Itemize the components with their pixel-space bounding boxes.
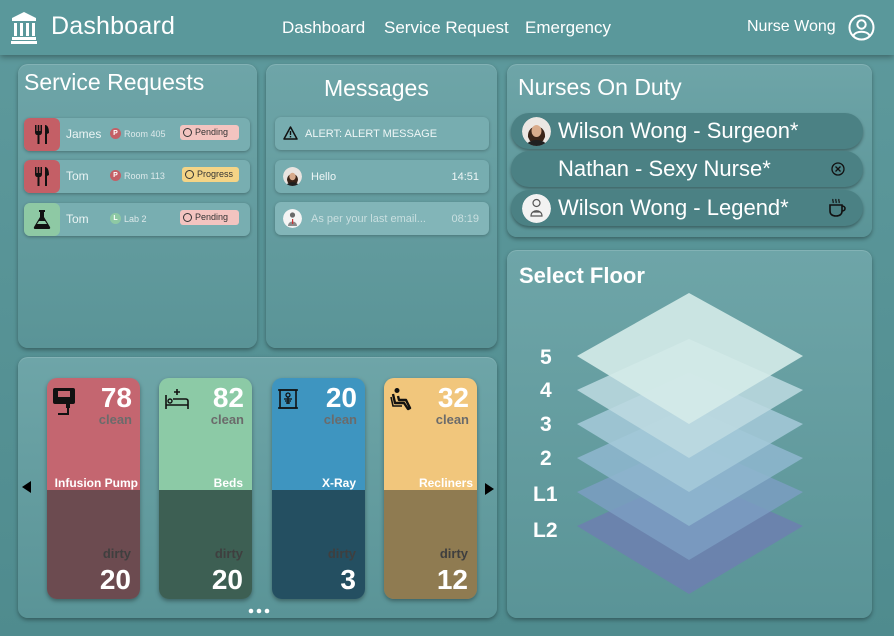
nav-service-request[interactable]: Service Request [384, 18, 509, 38]
clean-count: 78 [100, 382, 132, 413]
nurse-name: Nathan - Sexy Nurse* [558, 156, 771, 181]
dirty-count: 3 [340, 564, 356, 595]
nurse-name: Wilson Wong - Surgeon* [558, 118, 799, 143]
request-patient-name: James [66, 127, 102, 141]
avatar [522, 117, 551, 146]
equipment-name: Recliners [418, 476, 473, 490]
dirty-label: dirty [327, 546, 356, 561]
user-name: Nurse Wong [747, 18, 836, 35]
message-text: As per your last email... [311, 213, 426, 225]
dirty-count: 12 [436, 564, 468, 595]
bed-icon [165, 389, 189, 409]
coffee-icon [829, 198, 846, 217]
request-room: Lab 2 [124, 214, 147, 224]
top-bar: Dashboard Dashboard Service Request Emer… [0, 0, 894, 55]
avatar [283, 167, 302, 186]
request-patient-name: Tom [66, 169, 89, 183]
message-time: 08:19 [451, 213, 479, 225]
message-item[interactable]: As per your last email... 08:19 [275, 202, 489, 235]
message-item[interactable]: Hello 14:51 [275, 160, 489, 193]
nurse-item[interactable]: Nathan - Sexy Nurse* [511, 151, 863, 187]
avatar [283, 209, 302, 228]
dirty-count: 20 [99, 564, 131, 595]
dirty-label: dirty [439, 546, 468, 561]
progress-icon [185, 170, 194, 179]
nav-dashboard[interactable]: Dashboard [282, 18, 365, 38]
equipment-name: X-Ray [321, 476, 356, 490]
service-request-item[interactable]: Tom P Room 113 Progress [24, 160, 250, 193]
service-request-item[interactable]: Tom L Lab 2 Pending [24, 203, 250, 236]
xray-icon [278, 389, 298, 409]
messages-title: Messages [324, 75, 429, 101]
floor-label-l1[interactable]: L1 [533, 483, 558, 507]
nurses-title: Nurses On Duty [518, 74, 682, 100]
equipment-name: Beds [213, 476, 243, 490]
room-badge: P [110, 128, 121, 139]
flask-icon [24, 203, 60, 236]
message-time: 14:51 [451, 171, 479, 183]
floor-label-4[interactable]: 4 [540, 379, 552, 403]
request-room: Room 405 [124, 129, 166, 139]
floor-label-l2[interactable]: L2 [533, 519, 558, 543]
dirty-label: dirty [214, 546, 243, 561]
request-patient-name: Tom [66, 212, 89, 226]
utensils-icon [24, 118, 60, 151]
pagination-dots-icon[interactable] [248, 608, 270, 614]
floor-stack [577, 293, 803, 594]
clean-label: clean [98, 412, 132, 427]
recliner-icon [390, 388, 412, 411]
floor-label-5[interactable]: 5 [540, 346, 552, 370]
message-text: Hello [311, 171, 337, 183]
equipment-card[interactable]: 78 clean Infusion Pump dirty 20 [47, 378, 140, 599]
service-request-item[interactable]: James P Room 405 Pending [24, 118, 250, 151]
institution-icon [11, 12, 37, 44]
room-badge: P [110, 170, 121, 181]
avatar [522, 194, 551, 223]
dirty-label: dirty [102, 546, 131, 561]
equipment-name: Infusion Pump [54, 476, 138, 490]
clean-count: 20 [325, 382, 357, 413]
equipment-card[interactable]: 32 clean Recliners dirty 12 [384, 378, 477, 599]
warning-icon [283, 126, 298, 140]
clock-icon [183, 128, 192, 137]
nurse-item[interactable]: Wilson Wong - Surgeon* [511, 113, 863, 149]
message-item[interactable]: ALERT: ALERT MESSAGE [275, 117, 489, 150]
service-requests-title: Service Requests [24, 69, 205, 95]
clean-count: 32 [437, 382, 469, 413]
floor-label-2[interactable]: 2 [540, 447, 552, 471]
clean-label: clean [435, 412, 469, 427]
message-text: ALERT: ALERT MESSAGE [305, 128, 438, 140]
nav-emergency[interactable]: Emergency [525, 18, 611, 38]
next-arrow-icon[interactable] [485, 483, 494, 495]
nurse-item[interactable]: Wilson Wong - Legend* [511, 190, 863, 226]
close-circle-icon[interactable] [831, 162, 845, 176]
previous-arrow-icon[interactable] [22, 481, 31, 493]
status-badge: Progress [182, 167, 239, 182]
nurse-name: Wilson Wong - Legend* [558, 195, 789, 220]
request-room: Room 113 [124, 171, 165, 181]
equipment-card[interactable]: 82 clean Beds dirty 20 [159, 378, 252, 599]
dirty-count: 20 [211, 564, 243, 595]
clock-icon [183, 213, 192, 222]
clean-count: 82 [212, 382, 244, 413]
clean-label: clean [323, 412, 357, 427]
floor-label-3[interactable]: 3 [540, 413, 552, 437]
room-badge: L [110, 213, 121, 224]
app-title: Dashboard [51, 12, 176, 40]
clean-label: clean [210, 412, 244, 427]
infusion-pump-icon [53, 388, 75, 415]
status-badge: Pending [180, 125, 239, 140]
select-floor-title: Select Floor [519, 263, 645, 288]
user-account-icon[interactable] [848, 14, 875, 41]
status-badge: Pending [180, 210, 239, 225]
equipment-card[interactable]: 20 clean X-Ray dirty 3 [272, 378, 365, 599]
utensils-icon [24, 160, 60, 193]
